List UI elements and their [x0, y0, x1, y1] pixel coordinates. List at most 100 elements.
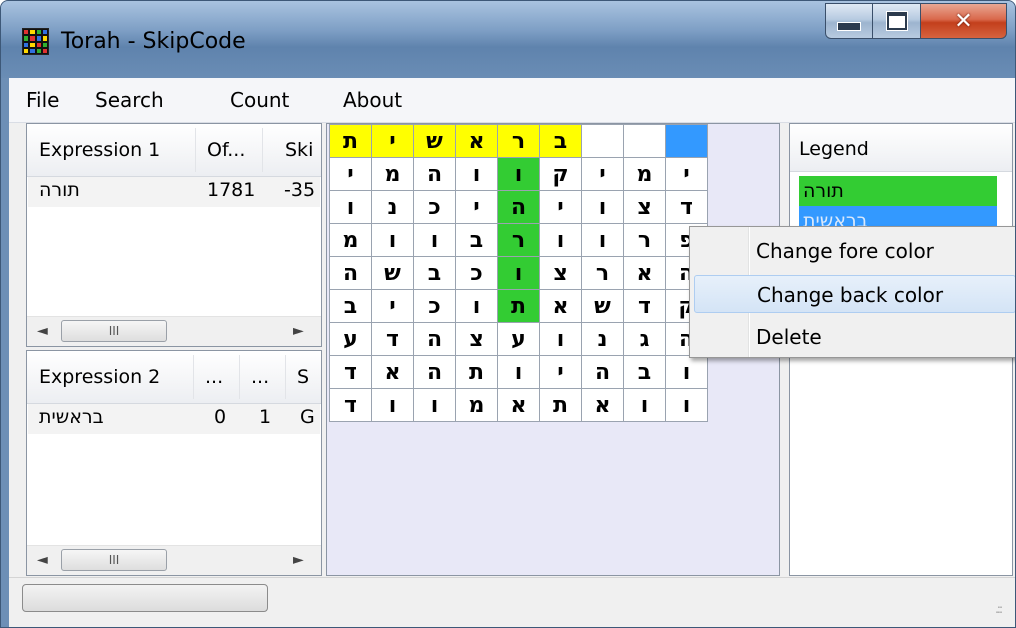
grid-cell[interactable]: ה — [581, 355, 624, 389]
grid-cell[interactable]: ת — [455, 355, 498, 389]
grid-cell[interactable]: ו — [539, 322, 582, 356]
menu-item-delete[interactable]: Delete — [694, 318, 1015, 356]
grid-cell[interactable]: ו — [413, 223, 456, 257]
grid-cell[interactable]: ו — [497, 355, 540, 389]
grid-cell[interactable]: נ — [581, 322, 624, 356]
scroll-left-arrow[interactable]: ◄ — [37, 552, 48, 568]
grid-cell[interactable]: ש — [371, 256, 414, 290]
grid-cell[interactable]: ה — [413, 355, 456, 389]
grid-cell[interactable]: י — [539, 190, 582, 224]
menu-item-change-fore-color[interactable]: Change fore color — [694, 232, 1015, 270]
grid-cell[interactable]: י — [371, 124, 414, 158]
grid-cell[interactable]: ו — [371, 223, 414, 257]
grid-cell[interactable]: ה — [497, 190, 540, 224]
grid-cell[interactable]: א — [497, 388, 540, 422]
grid-cell[interactable]: ה — [413, 322, 456, 356]
close-button[interactable]: ✕ — [921, 3, 1007, 39]
list-item[interactable]: תורה 1781 -35 — [28, 177, 320, 207]
minimize-button[interactable] — [825, 3, 873, 39]
grid-cell[interactable]: ו — [455, 157, 498, 191]
grid-cell[interactable]: ד — [371, 322, 414, 356]
grid-cell[interactable]: מ — [371, 157, 414, 191]
grid-cell[interactable]: ת — [497, 289, 540, 323]
grid-cell[interactable]: מ — [455, 388, 498, 422]
grid-cell[interactable]: מ — [329, 223, 372, 257]
menu-search[interactable]: Search — [95, 88, 164, 112]
grid-cell[interactable]: ב — [329, 289, 372, 323]
list-item[interactable]: בראשית 0 1 G — [28, 404, 320, 434]
grid-cell[interactable]: ו — [581, 223, 624, 257]
grid-cell[interactable]: כ — [413, 190, 456, 224]
grid-cell[interactable]: ד — [665, 190, 708, 224]
scroll-right-arrow[interactable]: ► — [293, 323, 304, 339]
grid-cell[interactable]: א — [581, 388, 624, 422]
grid-cell[interactable]: י — [455, 190, 498, 224]
grid-cell[interactable]: ו — [329, 190, 372, 224]
grid-cell[interactable]: ר — [581, 256, 624, 290]
grid-cell[interactable]: ב — [539, 124, 582, 158]
grid-cell[interactable]: ב — [413, 256, 456, 290]
grid-cell[interactable]: מ — [623, 157, 666, 191]
grid-cell[interactable]: א — [539, 289, 582, 323]
column-divider[interactable] — [285, 355, 286, 399]
grid-cell[interactable] — [623, 124, 666, 158]
grid-cell[interactable]: י — [539, 355, 582, 389]
grid-cell[interactable]: ד — [329, 355, 372, 389]
column-skip[interactable]: Ski — [285, 124, 321, 176]
resize-grip-icon[interactable]: .:: — [995, 602, 1003, 616]
grid-cell[interactable]: י — [329, 157, 372, 191]
grid-cell[interactable]: ג — [623, 322, 666, 356]
column-4[interactable]: S — [297, 351, 321, 403]
letter-grid[interactable]: תישארבימהווקימיונכיהיוצדמווברוורפהשבכוצר… — [329, 124, 708, 422]
grid-cell[interactable]: ו — [665, 355, 708, 389]
grid-cell[interactable]: כ — [413, 289, 456, 323]
app-icon[interactable] — [22, 28, 49, 55]
grid-cell[interactable]: י — [665, 157, 708, 191]
column-divider[interactable] — [262, 128, 263, 172]
grid-cell[interactable]: ע — [497, 322, 540, 356]
grid-cell[interactable]: ש — [581, 289, 624, 323]
grid-cell[interactable]: ו — [497, 157, 540, 191]
column-divider[interactable] — [195, 128, 196, 172]
grid-cell[interactable]: כ — [455, 256, 498, 290]
scroll-thumb[interactable]: III — [61, 320, 167, 342]
menu-count[interactable]: Count — [230, 88, 289, 112]
column-offset[interactable]: Of... — [207, 124, 259, 176]
title-bar[interactable]: Torah - SkipCode ✕ — [1, 1, 1015, 78]
legend-item[interactable]: תורה — [799, 176, 997, 206]
grid-cell[interactable]: ע — [329, 322, 372, 356]
grid-cell[interactable]: ו — [371, 388, 414, 422]
grid-cell[interactable]: ו — [497, 256, 540, 290]
grid-cell[interactable]: ו — [623, 388, 666, 422]
scroll-left-arrow[interactable]: ◄ — [37, 323, 48, 339]
menu-item-change-back-color[interactable]: Change back color — [694, 275, 1015, 313]
grid-cell[interactable]: ו — [539, 223, 582, 257]
grid-cell[interactable]: ש — [413, 124, 456, 158]
column-divider[interactable] — [193, 355, 194, 399]
grid-cell[interactable]: ה — [413, 157, 456, 191]
grid-cell[interactable]: א — [623, 256, 666, 290]
scroll-thumb[interactable]: III — [61, 549, 167, 571]
grid-cell[interactable]: ר — [497, 223, 540, 257]
grid-cell[interactable]: צ — [539, 256, 582, 290]
grid-cell[interactable]: צ — [455, 322, 498, 356]
grid-cell[interactable]: א — [455, 124, 498, 158]
grid-cell[interactable] — [581, 124, 624, 158]
grid-cell[interactable]: ד — [623, 289, 666, 323]
grid-cell[interactable]: ה — [329, 256, 372, 290]
grid-cell[interactable]: ו — [581, 190, 624, 224]
column-divider[interactable] — [239, 355, 240, 399]
column-expression1[interactable]: Expression 1 — [39, 124, 189, 176]
grid-cell[interactable]: א — [371, 355, 414, 389]
expression1-hscrollbar[interactable]: ◄ III ► — [27, 316, 321, 346]
column-3[interactable]: ... — [251, 351, 281, 403]
grid-cell[interactable] — [665, 124, 708, 158]
grid-cell[interactable]: ק — [539, 157, 582, 191]
scroll-right-arrow[interactable]: ► — [293, 552, 304, 568]
grid-cell[interactable]: צ — [623, 190, 666, 224]
grid-cell[interactable]: ו — [665, 388, 708, 422]
grid-cell[interactable]: נ — [371, 190, 414, 224]
grid-cell[interactable]: ת — [539, 388, 582, 422]
grid-cell[interactable]: י — [581, 157, 624, 191]
menu-file[interactable]: File — [26, 88, 59, 112]
